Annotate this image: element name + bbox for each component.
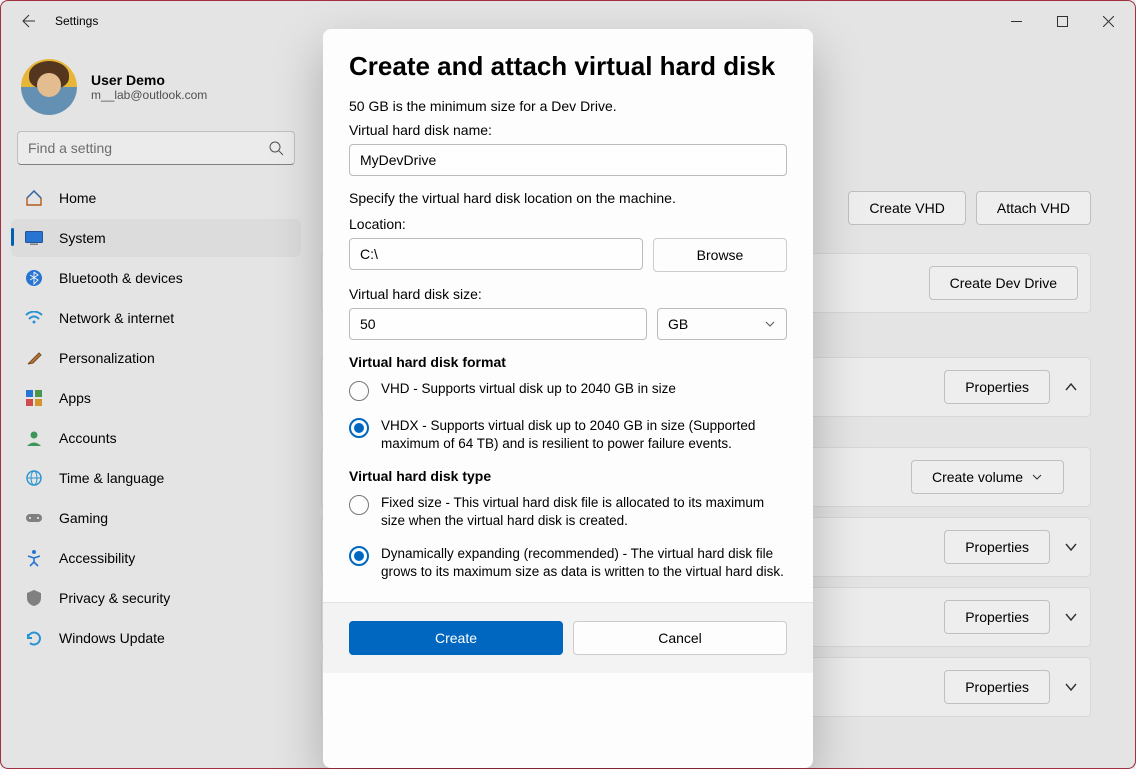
location-input[interactable] xyxy=(349,238,643,270)
name-label: Virtual hard disk name: xyxy=(349,122,787,138)
radio-icon xyxy=(349,495,369,515)
radio-icon xyxy=(349,546,369,566)
radio-vhdx[interactable]: VHDX - Supports virtual disk up to 2040 … xyxy=(349,417,787,452)
radio-fixed[interactable]: Fixed size - This virtual hard disk file… xyxy=(349,494,787,529)
browse-button[interactable]: Browse xyxy=(653,238,787,272)
radio-dynamic[interactable]: Dynamically expanding (recommended) - Th… xyxy=(349,545,787,580)
radio-vhd[interactable]: VHD - Supports virtual disk up to 2040 G… xyxy=(349,380,787,401)
size-unit-select[interactable]: GB xyxy=(657,308,787,340)
vhd-name-input[interactable] xyxy=(349,144,787,176)
radio-icon xyxy=(349,381,369,401)
create-vhd-dialog: Create and attach virtual hard disk 50 G… xyxy=(323,29,813,768)
radio-icon xyxy=(349,418,369,438)
format-header: Virtual hard disk format xyxy=(349,354,787,370)
chevron-down-icon xyxy=(764,318,776,330)
create-button[interactable]: Create xyxy=(349,621,563,655)
dialog-hint: 50 GB is the minimum size for a Dev Driv… xyxy=(349,98,787,114)
cancel-button[interactable]: Cancel xyxy=(573,621,787,655)
size-label: Virtual hard disk size: xyxy=(349,286,787,302)
location-label: Location: xyxy=(349,216,787,232)
dialog-title: Create and attach virtual hard disk xyxy=(349,51,787,82)
type-header: Virtual hard disk type xyxy=(349,468,787,484)
location-hint: Specify the virtual hard disk location o… xyxy=(349,190,787,206)
size-input[interactable] xyxy=(349,308,647,340)
